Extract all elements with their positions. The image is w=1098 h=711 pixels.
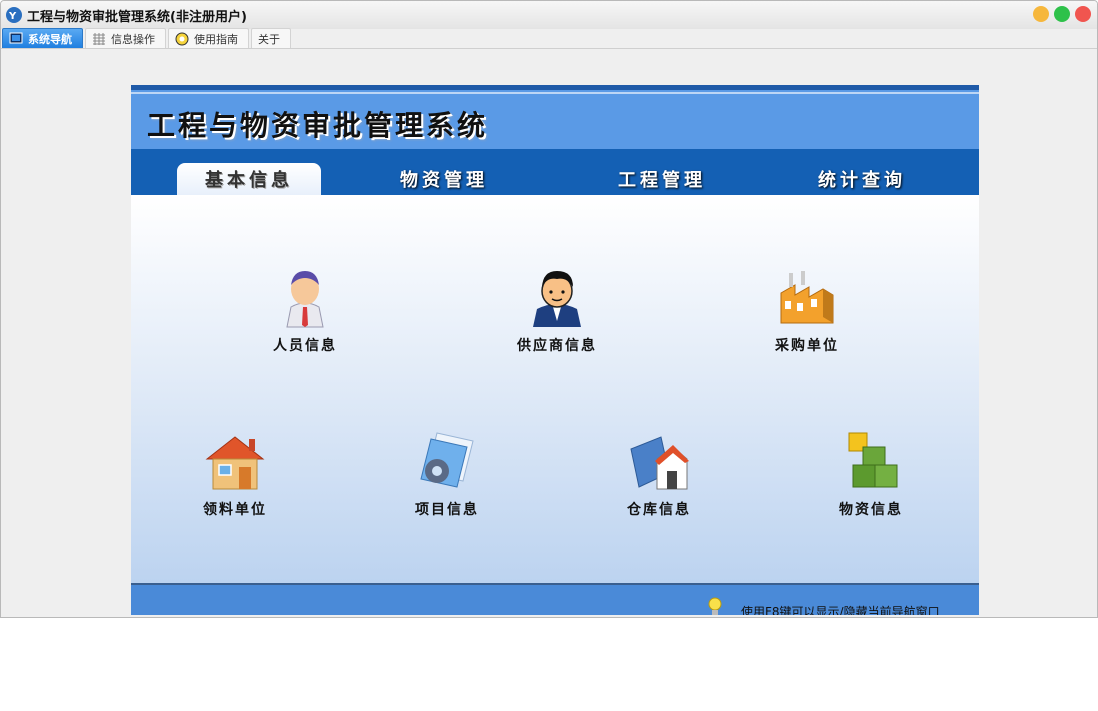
tab-label: 关于 (258, 32, 280, 46)
cubes-icon (848, 432, 898, 488)
monitor-icon (9, 32, 23, 43)
tab-system-navigation[interactable]: 系统导航 (2, 28, 83, 48)
factory-icon (780, 271, 834, 324)
tile-label: 供应商信息 (517, 338, 597, 354)
title-bar: Y 工程与物资审批管理系统(非注册用户) (1, 1, 1097, 29)
tile-label: 项目信息 (415, 502, 479, 518)
window-controls (1033, 6, 1091, 22)
tile-project-info[interactable]: 项目信息 (377, 429, 517, 519)
content-area: 人员信息 供应商信息 采购单位 领料单位 项目信息 仓库信息 物资信息 (131, 195, 979, 583)
tile-label: 领料单位 (203, 502, 267, 518)
tile-label: 采购单位 (775, 338, 839, 354)
nav-engineering-management[interactable]: 工程管理 (597, 163, 727, 195)
nav-bar: 基本信息 物资管理 工程管理 统计查询 (131, 149, 979, 195)
tile-supplier-info[interactable]: 供应商信息 (487, 265, 627, 355)
tile-personnel-info[interactable]: 人员信息 (235, 265, 375, 355)
window-title: 工程与物资审批管理系统(非注册用户) (27, 9, 247, 25)
tile-material-info[interactable]: 物资信息 (801, 429, 941, 519)
tile-warehouse-info[interactable]: 仓库信息 (589, 429, 729, 519)
tab-user-guide[interactable]: 使用指南 (168, 28, 249, 48)
tile-label: 人员信息 (273, 338, 337, 354)
nav-basic-info[interactable]: 基本信息 (177, 163, 321, 195)
help-icon (175, 32, 189, 45)
tab-bar: 系统导航 信息操作 使用指南 关于 (1, 28, 1097, 49)
app-logo-icon: Y (6, 7, 22, 23)
tile-label: 仓库信息 (627, 502, 691, 518)
warehouse-icon (630, 436, 689, 490)
grid-icon (93, 32, 105, 45)
maximize-button[interactable] (1054, 6, 1070, 22)
tile-label: 物资信息 (839, 502, 903, 518)
tab-label: 信息操作 (111, 32, 155, 46)
hint-text: 使用F8键可以显示/隐藏当前导航窗口 (741, 605, 940, 615)
tile-purchasing-unit[interactable]: 采购单位 (737, 265, 877, 355)
lightbulb-icon (708, 597, 722, 615)
nav-statistics-query[interactable]: 统计查询 (797, 163, 927, 195)
house-icon (205, 436, 265, 490)
tab-label: 使用指南 (194, 32, 238, 46)
nav-materials-management[interactable]: 物资管理 (379, 163, 509, 195)
person-icon (286, 271, 324, 328)
supplier-icon (533, 271, 581, 327)
app-window: Y 工程与物资审批管理系统(非注册用户) 系统导航 信息操作 使用指南 关于 工… (0, 0, 1098, 618)
navigation-panel: 工程与物资审批管理系统 基本信息 物资管理 工程管理 统计查询 人员信息 供应商… (131, 85, 979, 615)
banner: 工程与物资审批管理系统 (131, 85, 979, 149)
project-icon (420, 432, 474, 488)
svg-text:Y: Y (8, 11, 17, 22)
system-title: 工程与物资审批管理系统 (147, 109, 489, 142)
tab-label: 系统导航 (28, 32, 72, 46)
tab-about[interactable]: 关于 (251, 28, 291, 48)
footer-bar: 使用F8键可以显示/隐藏当前导航窗口 (131, 583, 979, 615)
close-button[interactable] (1075, 6, 1091, 22)
tile-material-requisition-unit[interactable]: 领料单位 (165, 429, 305, 519)
minimize-button[interactable] (1033, 6, 1049, 22)
tab-info-operation[interactable]: 信息操作 (85, 28, 166, 48)
